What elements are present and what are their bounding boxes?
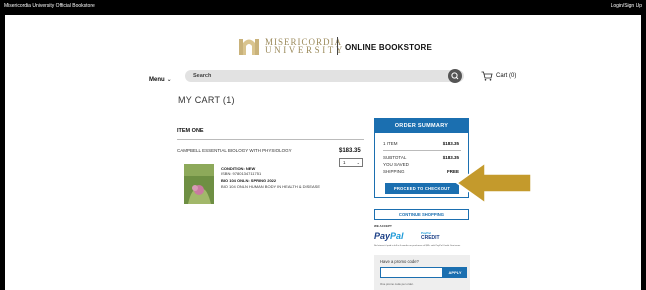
subtotal-value: $183.35 [442, 155, 459, 160]
paypal-credit-big: CREDIT [421, 235, 440, 241]
continue-shopping-button[interactable]: CONTINUE SHOPPING [374, 209, 469, 220]
header: MISERICORDIA UNIVERSITY ONLINE BOOKSTORE [5, 23, 641, 63]
logo-line-2: UNIVERSITY [265, 45, 345, 55]
payment-methods: PayPal PayPal CREDIT [374, 231, 469, 243]
you-saved-label: YOU SAVED [383, 162, 409, 167]
paypal-pal: Pal [390, 231, 404, 241]
menu-button[interactable]: Menu ⌄ [149, 76, 172, 83]
divider [383, 150, 461, 151]
subtotal-label: SUBTOTAL [383, 155, 407, 160]
item-details: CONDITION: NEW ISBN: 9780134711751 BIO 1… [221, 166, 320, 189]
book-cover-image[interactable] [184, 164, 214, 204]
summary-item-total: $183.35 [442, 141, 459, 146]
top-bar: Misericordia University Official Booksto… [0, 0, 646, 15]
chevron-down-icon: ⌄ [166, 77, 172, 83]
page-title: MY CART (1) [178, 95, 235, 105]
university-crest-icon[interactable] [238, 35, 260, 57]
store-title: ONLINE BOOKSTORE [345, 43, 433, 52]
cart-label: Cart (0) [496, 73, 517, 79]
search-icon [451, 72, 459, 80]
promo-question: Have a promo code? [380, 259, 419, 264]
apply-promo-button[interactable]: APPLY [443, 267, 467, 278]
course-name: BIO 104 ONLN HUMAN BODY IN HEALTH & DISE… [221, 183, 320, 189]
paypal-logo: PayPal [374, 231, 404, 241]
order-summary-heading: ORDER SUMMARY [375, 119, 468, 133]
book-cover-art [184, 164, 214, 204]
promo-code-input[interactable] [380, 267, 443, 278]
university-logo-text[interactable]: MISERICORDIA UNIVERSITY [265, 38, 345, 55]
quantity-value: 1 [343, 160, 346, 165]
shopping-cart-icon [481, 71, 493, 81]
item-price: $183.35 [339, 148, 361, 154]
shipping-label: SHIPPING [383, 169, 405, 174]
login-signup-link[interactable]: Login/Sign Up [611, 3, 642, 9]
quantity-select[interactable]: 1 ⌄ [339, 158, 363, 167]
promo-note: One promo code per order. [380, 282, 414, 286]
store-name-link[interactable]: Misericordia University Official Booksto… [4, 3, 95, 9]
paypal-credit-logo: PayPal CREDIT [421, 231, 440, 241]
proceed-to-checkout-button[interactable]: PROCEED TO CHECKOUT [385, 183, 459, 194]
logo-divider [337, 37, 338, 55]
page: MISERICORDIA UNIVERSITY ONLINE BOOKSTORE… [5, 15, 641, 290]
book-title[interactable]: CAMPBELL ESSENTIAL BIOLOGY WITH PHYSIOLO… [177, 148, 292, 153]
divider [177, 139, 364, 140]
search-placeholder: Search [193, 73, 212, 79]
paypal-fine-print: No Interest if paid in full in 6 months … [374, 245, 461, 247]
promo-code-panel: Have a promo code? APPLY One promo code … [374, 255, 470, 290]
we-accept-label: WE ACCEPT [374, 224, 392, 228]
search-button[interactable] [448, 69, 462, 83]
search-input[interactable]: Search [185, 69, 464, 83]
menu-label: Menu [149, 77, 165, 83]
item-isbn: ISBN: 9780134711751 [221, 171, 262, 177]
cart-item: ITEM ONE CAMPBELL ESSENTIAL BIOLOGY WITH… [177, 128, 364, 208]
summary-item-count: 1 ITEM [383, 141, 398, 146]
paypal-pay: Pay [374, 231, 391, 241]
cart-link[interactable]: Cart (0) [481, 71, 516, 81]
chevron-down-icon: ⌄ [356, 160, 360, 165]
item-heading: ITEM ONE [177, 128, 204, 134]
pointer-arrow-icon [455, 161, 532, 205]
